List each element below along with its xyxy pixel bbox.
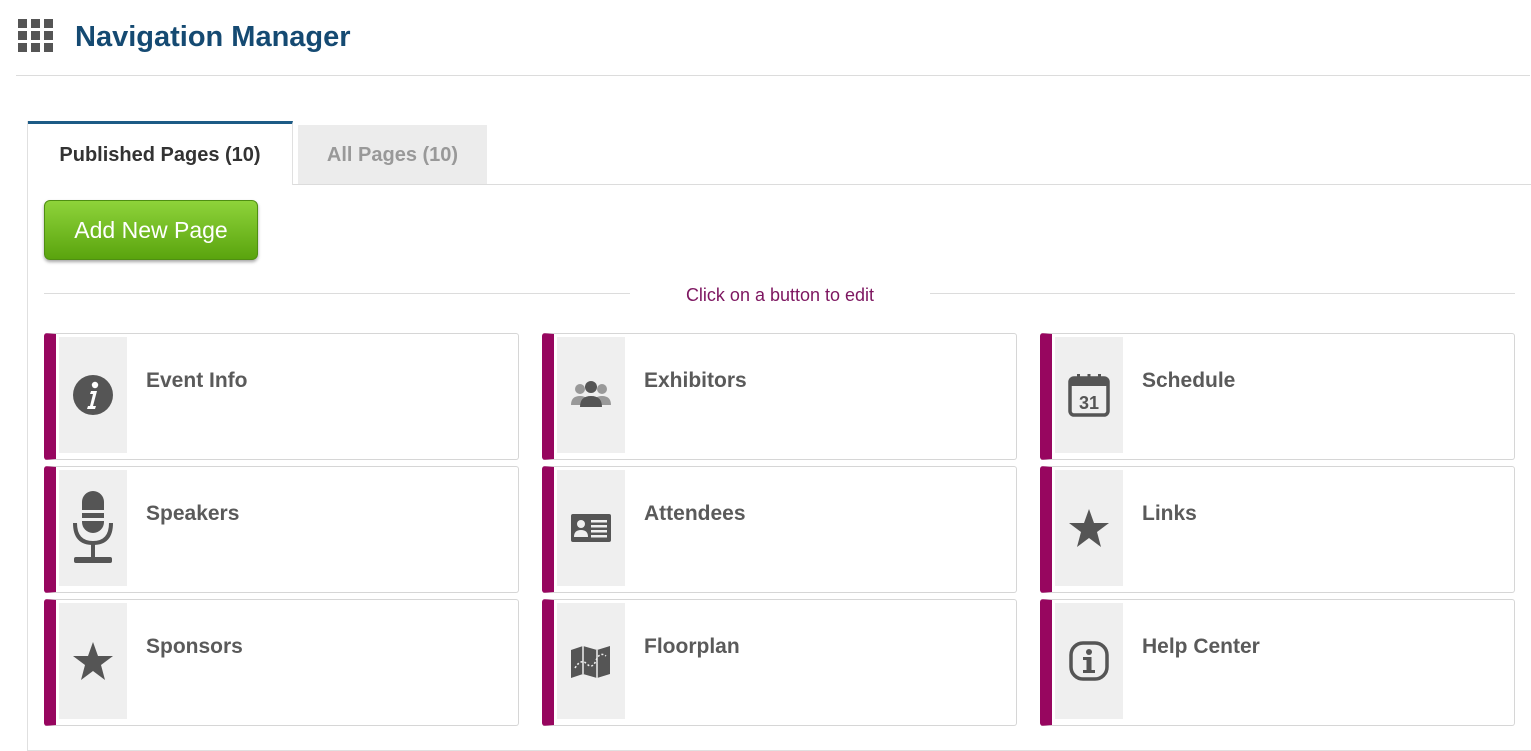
icon-box — [1055, 603, 1123, 719]
calendar-icon: 31 — [1068, 374, 1110, 417]
people-icon — [571, 381, 611, 407]
page-title: Navigation Manager — [75, 21, 351, 53]
page-label: Schedule — [1142, 369, 1236, 392]
page-label: Sponsors — [146, 635, 243, 658]
tab-published-pages[interactable]: Published Pages (10) — [28, 121, 293, 185]
icon-box — [59, 470, 127, 586]
svg-text:31: 31 — [1079, 393, 1099, 413]
page-button-help-center[interactable]: Help Center — [1040, 599, 1515, 726]
tab-all-pages[interactable]: All Pages (10) — [298, 125, 487, 184]
info-outline-icon — [1069, 641, 1109, 681]
icon-box — [59, 603, 127, 719]
star-icon — [1069, 509, 1109, 547]
apps-grid-icon[interactable] — [18, 19, 53, 52]
icon-box: 31 — [1055, 337, 1123, 453]
page-label: Speakers — [146, 502, 240, 525]
page-button-sponsors[interactable]: Sponsors — [44, 599, 519, 726]
page-button-event-info[interactable]: Event Info — [44, 333, 519, 460]
icon-box — [557, 337, 625, 453]
info-circle-icon — [73, 375, 113, 415]
page-label: Help Center — [1142, 635, 1260, 658]
icon-box — [1055, 470, 1123, 586]
page-label: Links — [1142, 502, 1197, 525]
add-new-page-button[interactable]: Add New Page — [44, 200, 258, 260]
divider-left — [44, 293, 630, 294]
page-button-floorplan[interactable]: Floorplan — [542, 599, 1017, 726]
divider-right — [930, 293, 1515, 294]
microphone-icon — [73, 491, 113, 563]
icon-box — [557, 603, 625, 719]
page-label: Floorplan — [644, 635, 740, 658]
page-button-speakers[interactable]: Speakers — [44, 466, 519, 593]
icon-box — [557, 470, 625, 586]
id-card-icon — [571, 514, 611, 542]
page-button-links[interactable]: Links — [1040, 466, 1515, 593]
edit-hint: Click on a button to edit — [685, 285, 875, 305]
page-button-schedule[interactable]: 31 Schedule — [1040, 333, 1515, 460]
page-label: Attendees — [644, 502, 746, 525]
page-label: Exhibitors — [644, 369, 747, 392]
map-icon — [571, 646, 610, 678]
page-button-exhibitors[interactable]: Exhibitors — [542, 333, 1017, 460]
page-label: Event Info — [146, 369, 248, 392]
page-button-attendees[interactable]: Attendees — [542, 466, 1017, 593]
icon-box — [59, 337, 127, 453]
star-icon — [73, 642, 113, 680]
